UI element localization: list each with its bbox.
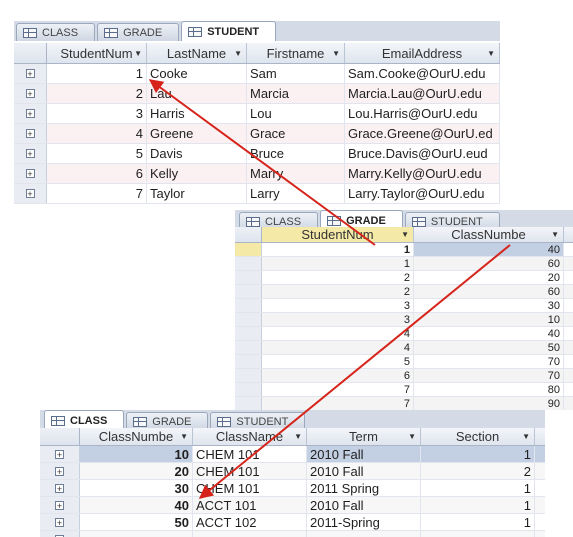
- arrow-grade-to-student: [148, 79, 376, 246]
- relationship-arrows: [148, 79, 511, 499]
- arrow-grade-to-class: [198, 244, 511, 499]
